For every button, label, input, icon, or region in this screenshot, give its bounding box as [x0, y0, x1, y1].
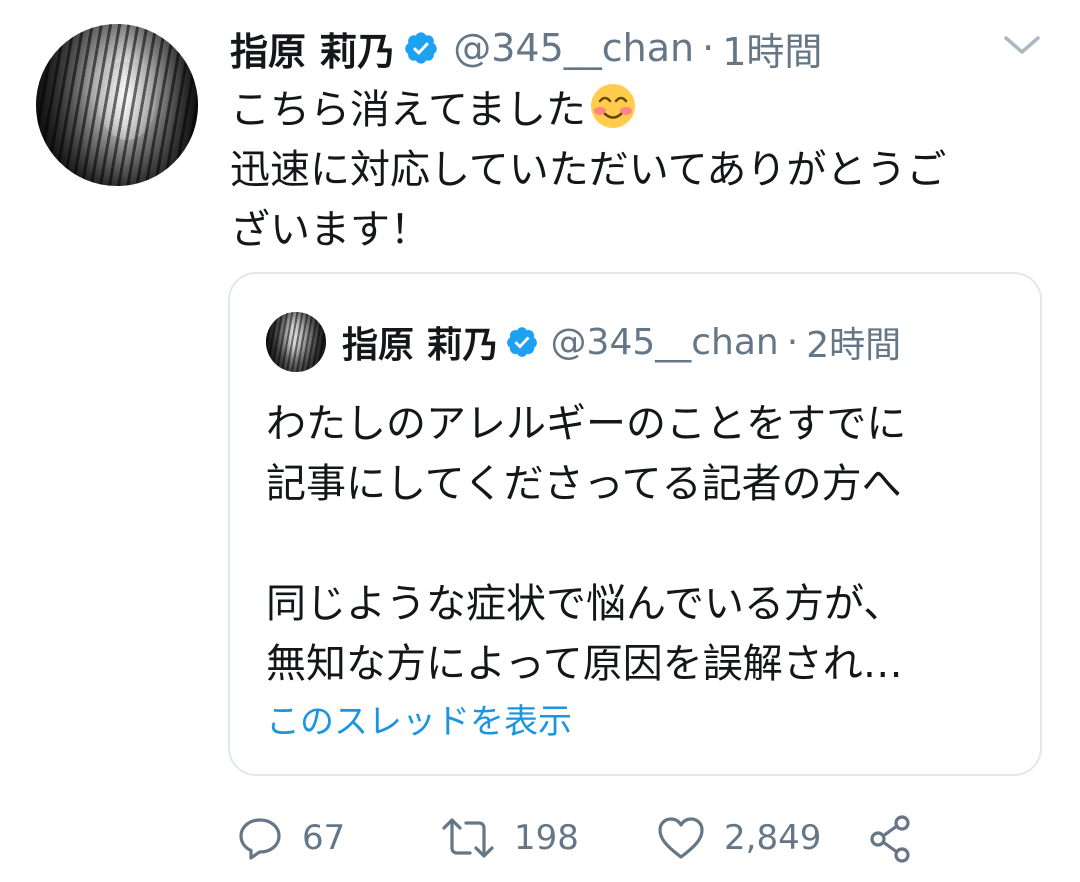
- separator-dot: ·: [786, 321, 799, 363]
- quoted-tweet-header: 指原 莉乃 @345__chan · 2時間: [342, 312, 901, 372]
- share-icon: [870, 815, 910, 863]
- quoted-tweet-card[interactable]: 指原 莉乃 @345__chan · 2時間 わたしのアレルギーのことをすでに …: [228, 272, 1042, 776]
- tweet-text-line-1: こちら消えてました: [230, 80, 1050, 140]
- tweet-timestamp[interactable]: 1時間: [722, 21, 822, 76]
- separator-dot: ·: [702, 26, 715, 70]
- reply-button[interactable]: 67: [236, 808, 345, 868]
- verified-badge-icon: [405, 32, 437, 64]
- tweet[interactable]: 指原 莉乃 @345__chan · 1時間 こちら消えてました 迅速に対応して…: [0, 0, 1080, 882]
- tweet-header: 指原 莉乃 @345__chan · 1時間: [230, 20, 822, 76]
- quoted-tweet-text: わたしのアレルギーのことをすでに 記事にしてくださってる記者の方へ 同じような症…: [266, 394, 1026, 694]
- retweet-button[interactable]: 198: [440, 808, 579, 868]
- blushing-smile-emoji-icon: [591, 84, 635, 128]
- quoted-tweet-timestamp: 2時間: [806, 325, 902, 366]
- quoted-text-line-4: 同じような症状で悩んでいる方が、: [266, 581, 904, 627]
- author-name[interactable]: 指原 莉乃: [230, 21, 395, 76]
- like-count: 2,849: [724, 818, 822, 858]
- quoted-text-line-1: わたしのアレルギーのことをすでに: [266, 401, 907, 447]
- quoted-author-avatar: [266, 312, 326, 372]
- author-avatar[interactable]: [36, 24, 198, 186]
- tweet-text: こちら消えてました 迅速に対応していただいてありがとうご ざいます！: [230, 80, 1050, 260]
- quoted-text-line-2: 記事にしてくださってる記者の方へ: [266, 461, 902, 507]
- quoted-avatar-hair: [266, 312, 326, 372]
- author-handle[interactable]: @345__chan: [453, 26, 694, 70]
- retweet-count: 198: [514, 818, 579, 858]
- quoted-author-handle: @345__chan: [550, 321, 779, 363]
- verified-badge-icon: [506, 327, 537, 357]
- show-thread-link[interactable]: このスレッドを表示: [266, 694, 572, 743]
- reply-icon: [239, 818, 281, 860]
- like-button[interactable]: 2,849: [656, 808, 821, 868]
- avatar-hair: [36, 24, 198, 186]
- tweet-text-line-2: 迅速に対応していただいてありがとうご: [230, 147, 947, 193]
- tweet-text-line-3: ざいます！: [230, 207, 430, 253]
- quoted-text-line-5: 無知な方によって原因を誤解され…: [266, 641, 903, 687]
- tweet-actions: 67 198 2,849: [236, 808, 936, 868]
- retweet-icon: [442, 818, 494, 858]
- quoted-author-name: 指原 莉乃: [342, 325, 499, 366]
- reply-count: 67: [302, 818, 346, 858]
- share-button[interactable]: [866, 808, 916, 868]
- caret-down-icon[interactable]: [1000, 30, 1044, 60]
- quoted-text-blank-line: [266, 514, 1026, 574]
- like-icon: [658, 817, 704, 859]
